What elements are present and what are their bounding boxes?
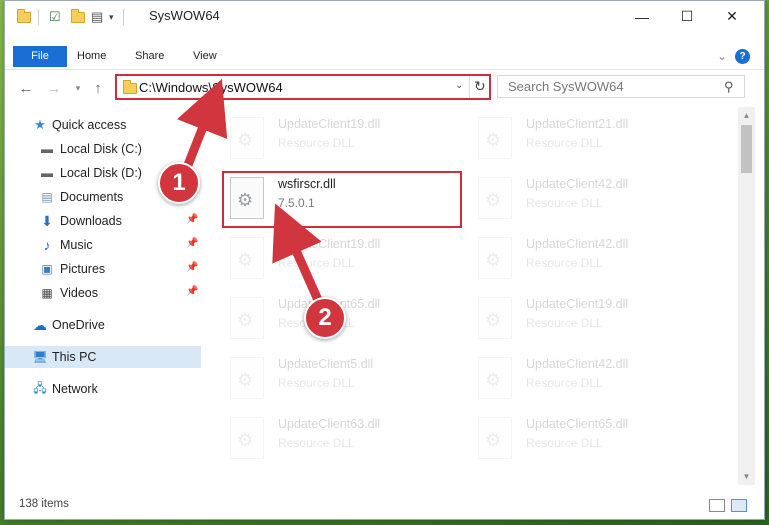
annotation-arrows — [176, 78, 323, 302]
arrow-2 — [272, 203, 323, 302]
arrow-1 — [176, 78, 228, 172]
callout-step-2: 2 — [304, 297, 346, 339]
callout-step-1: 1 — [158, 162, 200, 204]
